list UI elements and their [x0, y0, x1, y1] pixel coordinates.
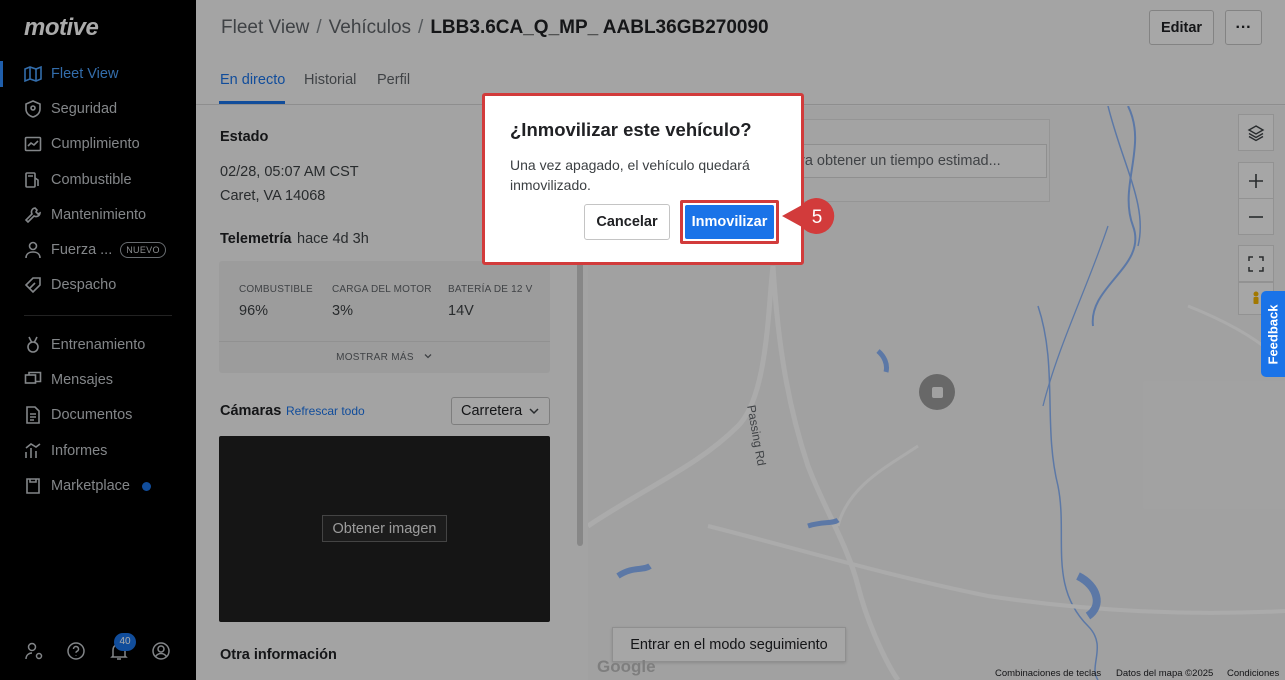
dialog-title: ¿Inmovilizar este vehículo?: [510, 119, 752, 140]
dialog-highlight-frame: ¿Inmovilizar este vehículo? Una vez apag…: [482, 93, 804, 265]
immobilize-highlight-frame: Inmovilizar: [680, 200, 779, 244]
feedback-tab[interactable]: Feedback: [1261, 291, 1285, 377]
step-callout: 5: [782, 198, 835, 234]
immobilize-dialog: ¿Inmovilizar este vehículo? Una vez apag…: [489, 100, 797, 258]
cancel-button[interactable]: Cancelar: [584, 204, 670, 240]
feedback-label: Feedback: [1265, 304, 1281, 364]
dialog-body: Una vez apagado, el vehículo quedará inm…: [510, 157, 750, 193]
immobilize-button[interactable]: Inmovilizar: [685, 205, 774, 239]
step-number: 5: [812, 207, 823, 228]
